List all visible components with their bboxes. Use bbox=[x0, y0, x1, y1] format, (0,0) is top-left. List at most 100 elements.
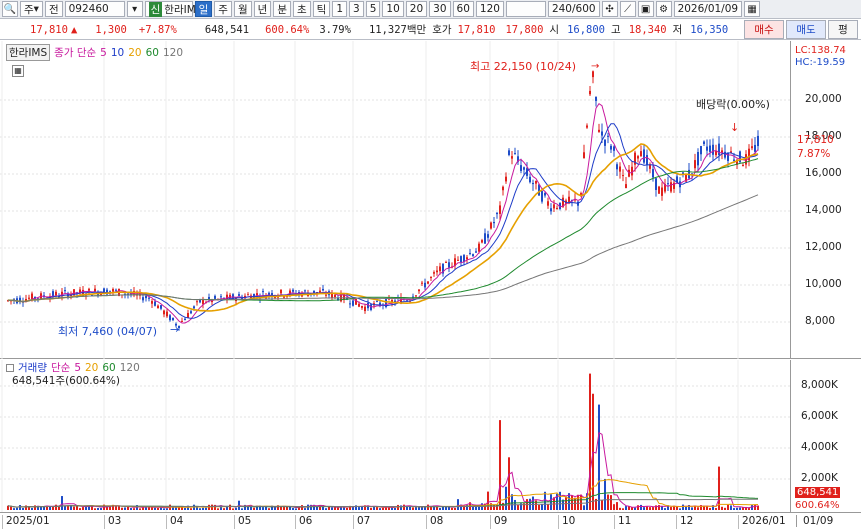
high-arrow-icon: → bbox=[591, 61, 600, 72]
up-arrow-icon: ▲ bbox=[70, 23, 78, 36]
candle-body bbox=[472, 254, 474, 256]
volume-bar bbox=[232, 508, 234, 510]
period-month[interactable]: 월 bbox=[233, 1, 252, 17]
min-1[interactable]: 1 bbox=[332, 1, 348, 17]
type-select[interactable]: 전 bbox=[44, 1, 63, 17]
candle-body bbox=[415, 295, 417, 297]
candle-body bbox=[751, 146, 753, 149]
candle-body bbox=[196, 301, 198, 303]
candle-body bbox=[655, 178, 657, 190]
count-field[interactable]: 240/600 bbox=[547, 1, 600, 17]
price-chart[interactable]: 한라IMS 종가 단순 5 10 20 60 120 ▦ LC:138.74 H… bbox=[0, 41, 861, 359]
grid-toggle-icon[interactable]: ▦ bbox=[12, 65, 24, 77]
volume-bar bbox=[643, 507, 645, 510]
type-label: 전 bbox=[48, 3, 59, 16]
volume-bar bbox=[583, 505, 585, 510]
min-5[interactable]: 5 bbox=[365, 1, 381, 17]
save-icon[interactable]: ▣ bbox=[637, 1, 654, 17]
sell-button[interactable]: 매도 bbox=[786, 20, 826, 39]
volume-bar bbox=[55, 504, 57, 510]
volume-bar bbox=[157, 507, 159, 510]
period-minute[interactable]: 분 bbox=[273, 1, 291, 17]
date-field[interactable]: 2026/01/09 bbox=[673, 1, 743, 17]
volume-bar bbox=[307, 504, 309, 510]
min-30[interactable]: 30 bbox=[429, 1, 451, 17]
volume-chart[interactable]: 거래량 단순 5 20 60 120 648,541주(600.64%) 8,0… bbox=[0, 360, 861, 512]
volume-bar bbox=[544, 491, 546, 510]
min-20[interactable]: 20 bbox=[405, 1, 428, 17]
candle-body bbox=[160, 305, 162, 309]
candle-body bbox=[733, 159, 735, 161]
x-tick-label: 08 bbox=[426, 515, 443, 529]
code-input[interactable]: 092460 bbox=[64, 1, 125, 17]
volume-bar bbox=[631, 507, 633, 510]
volume-bar bbox=[190, 508, 192, 510]
volume-bar bbox=[94, 508, 96, 510]
low-arrow-icon: → bbox=[170, 323, 180, 336]
period-day[interactable]: 일 bbox=[194, 1, 213, 17]
crosshair-icon[interactable]: ✣ bbox=[601, 1, 618, 17]
volume-bar bbox=[22, 508, 24, 510]
stock-name-field[interactable]: 신 한라IMS bbox=[144, 1, 202, 17]
volume-bar bbox=[124, 507, 126, 510]
volume-bar bbox=[742, 507, 744, 510]
candle-body bbox=[493, 221, 495, 224]
scroll-field[interactable] bbox=[505, 1, 546, 17]
price-chart-canvas[interactable] bbox=[0, 41, 861, 359]
candle-body bbox=[652, 169, 654, 178]
calendar-icon[interactable]: ▦ bbox=[744, 1, 761, 17]
lc-label: LC:138.74 bbox=[795, 45, 846, 56]
period-week[interactable]: 주 bbox=[214, 1, 232, 17]
volume-bar bbox=[205, 507, 207, 510]
ma20-line bbox=[7, 143, 759, 312]
period-tick[interactable]: 틱 bbox=[312, 1, 331, 17]
low-price: 16,350 bbox=[690, 23, 729, 36]
candle-body bbox=[292, 289, 294, 292]
candle-body bbox=[556, 207, 558, 209]
volume-bar bbox=[406, 506, 408, 510]
chevron-down-icon[interactable]: ▾ bbox=[126, 1, 143, 17]
candle-body bbox=[544, 192, 546, 196]
legend-ma-title: 종가 단순 bbox=[54, 47, 97, 59]
candle-body bbox=[349, 303, 351, 305]
min-60[interactable]: 60 bbox=[452, 1, 474, 17]
volume-bar bbox=[328, 507, 330, 510]
line-tool-icon[interactable]: ⟋ bbox=[619, 1, 636, 17]
search-icon[interactable]: 🔍 bbox=[2, 1, 18, 17]
volume-bar bbox=[397, 504, 399, 510]
candle-body bbox=[616, 164, 618, 170]
open-price: 16,800 bbox=[567, 23, 606, 36]
candle-body bbox=[148, 297, 150, 299]
eval-button[interactable]: 평 bbox=[828, 20, 858, 39]
market-select[interactable]: 주 ▾ bbox=[20, 1, 43, 17]
min-10[interactable]: 10 bbox=[382, 1, 404, 17]
period-second[interactable]: 초 bbox=[292, 1, 311, 17]
min-3[interactable]: 3 bbox=[349, 1, 364, 17]
candle-body bbox=[280, 289, 282, 294]
volume-bar bbox=[274, 507, 276, 510]
volume-bar bbox=[19, 505, 21, 510]
volume-bar bbox=[289, 506, 291, 510]
x-tick-label: 11 bbox=[614, 515, 631, 529]
volume-toggle-icon[interactable] bbox=[6, 363, 14, 372]
candle-body bbox=[625, 184, 627, 189]
candle-body bbox=[172, 317, 174, 321]
min-120[interactable]: 120 bbox=[475, 1, 504, 17]
volume-bar bbox=[166, 508, 168, 510]
open-label: 시 bbox=[549, 24, 560, 36]
period-year[interactable]: 년 bbox=[253, 1, 272, 17]
candle-body bbox=[334, 294, 336, 298]
candle-body bbox=[484, 233, 486, 244]
candle-body bbox=[499, 205, 501, 214]
buy-button[interactable]: 매수 bbox=[744, 20, 784, 39]
candle-body bbox=[448, 262, 450, 268]
volume-bar bbox=[61, 496, 63, 510]
volume-tick-label: 4,000K bbox=[801, 441, 838, 453]
candle-body bbox=[640, 151, 642, 157]
volume-chart-canvas[interactable] bbox=[0, 360, 861, 512]
candle-body bbox=[163, 310, 165, 315]
candle-body bbox=[703, 141, 705, 145]
candle-body bbox=[193, 306, 195, 309]
new-badge: 신 bbox=[148, 1, 163, 17]
gear-icon[interactable]: ⚙ bbox=[655, 1, 672, 17]
